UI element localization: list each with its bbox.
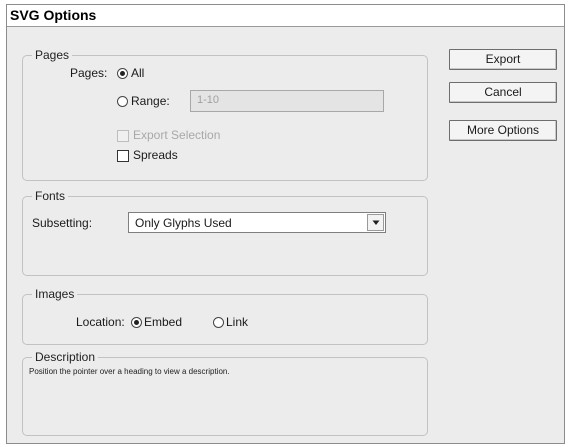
pages-label: Pages: [70,66,108,80]
embed-label[interactable]: Embed [144,315,182,329]
link-label[interactable]: Link [226,315,248,329]
spreads-label[interactable]: Spreads [133,148,178,162]
description-text: Position the pointer over a heading to v… [29,367,230,376]
pages-all-label[interactable]: All [131,66,144,80]
fonts-legend: Fonts [32,189,69,203]
images-legend: Images [32,287,78,301]
export-selection-checkbox[interactable] [117,130,129,142]
images-group: Images Location: Embed Link [22,287,428,345]
subsetting-label: Subsetting: [32,216,93,230]
range-input[interactable]: 1-10 [190,90,384,112]
svg-options-dialog: SVG Options Pages Pages: All Range: 1-10… [6,4,565,444]
fonts-group: Fonts Subsetting: Only Glyphs Used [22,189,428,276]
embed-radio[interactable] [131,317,142,328]
pages-group: Pages Pages: All Range: 1-10 Export Sele… [22,48,428,181]
dialog-title: SVG Options [10,7,97,23]
location-label: Location: [76,315,125,329]
chevron-down-icon[interactable] [367,214,384,231]
more-options-button[interactable]: More Options [449,120,557,141]
export-selection-label: Export Selection [133,128,221,142]
pages-all-radio[interactable] [117,68,128,79]
subsetting-value: Only Glyphs Used [135,216,232,230]
title-bar: SVG Options [7,5,564,27]
description-group: Description Position the pointer over a … [22,350,428,436]
cancel-button[interactable]: Cancel [449,82,557,103]
pages-legend: Pages [32,48,73,62]
spreads-checkbox[interactable] [117,150,129,162]
export-button[interactable]: Export [449,49,557,70]
subsetting-select[interactable]: Only Glyphs Used [128,212,386,233]
pages-range-label[interactable]: Range: [131,94,170,108]
description-legend: Description [32,350,99,364]
pages-range-radio[interactable] [117,96,128,107]
link-radio[interactable] [213,317,224,328]
